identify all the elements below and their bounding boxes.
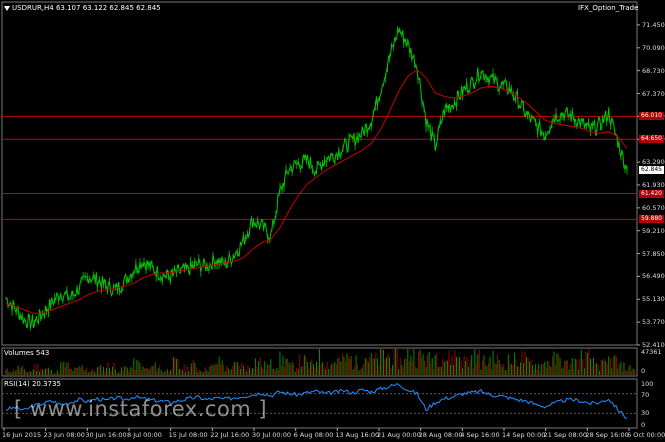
price-tick-label: 68.730 — [642, 66, 665, 75]
price-tick-label: 70.090 — [642, 43, 665, 52]
chart-canvas[interactable] — [0, 0, 665, 442]
rsi-level-100: 100 — [641, 380, 654, 388]
time-tick-label: 23 Jun 08:00 — [43, 431, 85, 439]
volume-min-label: 0 — [641, 367, 646, 375]
price-tick-label: 55.130 — [642, 295, 665, 304]
time-tick-label: 28 Aug 08:00 — [418, 431, 463, 439]
volume-panel-label: Volumes 543 — [4, 349, 50, 357]
chart-type-icon — [4, 6, 10, 11]
rsi-level-0: 0 — [641, 421, 646, 429]
level-price-tag: 59.880 — [639, 215, 664, 224]
time-tick-label: 28 Sep 16:00 — [585, 431, 629, 439]
time-tick-label: 14 Sep 00:00 — [502, 431, 546, 439]
time-tick-label: 6 Oct 00:00 — [627, 431, 665, 439]
current-price-tag: 62.845 — [639, 165, 664, 174]
price-tick-label: 71.450 — [642, 20, 665, 29]
time-tick-label: 30 Jun 16:00 — [85, 431, 127, 439]
time-tick-label: 22 Jul 16:00 — [210, 431, 250, 439]
price-tick-label: 60.570 — [642, 203, 665, 212]
rsi-level-30: 30 — [641, 409, 650, 417]
level-price-tag: 61.420 — [639, 189, 664, 198]
level-price-tag: 66.010 — [639, 112, 664, 121]
time-tick-label: 8 Jul 00:00 — [127, 431, 162, 439]
time-tick-label: 15 Jul 08:00 — [168, 431, 208, 439]
price-tick-label: 53.770 — [642, 318, 665, 327]
time-tick-label: 13 Aug 16:00 — [335, 431, 380, 439]
price-tick-label: 67.370 — [642, 89, 665, 98]
rsi-level-70: 70 — [641, 391, 650, 399]
time-tick-label: 4 Sep 16:00 — [460, 431, 500, 439]
price-tick-label: 57.850 — [642, 249, 665, 258]
price-tick-label: 61.930 — [642, 180, 665, 189]
chart-terminal: USDRUR,H4 63.107 63.122 62.845 62.845 IF… — [0, 0, 665, 442]
rsi-panel-label: RSI(14) 20.3735 — [4, 380, 61, 388]
level-price-tag: 64.650 — [639, 135, 664, 144]
main-panel-frame — [1, 1, 638, 346]
price-tick-label: 63.290 — [642, 158, 665, 167]
price-tick-label: 59.210 — [642, 226, 665, 235]
instaforex-watermark: [ www.instaforex.com ] — [14, 397, 268, 421]
price-tick-label: 56.490 — [642, 272, 665, 281]
price-tick-label: 52.410 — [642, 341, 665, 349]
time-tick-label: 16 Jun 2015 — [2, 431, 42, 439]
time-tick-label: 30 Jul 00:00 — [252, 431, 291, 439]
time-tick-label: 21 Aug 00:00 — [377, 431, 421, 439]
time-tick-label: 21 Sep 08:00 — [543, 431, 588, 439]
chart-symbol-info: USDRUR,H4 63.107 63.122 62.845 62.845 — [12, 4, 161, 12]
indicator-name: IFX_Option_Trade — [578, 4, 639, 12]
time-tick-label: 6 Aug 08:00 — [293, 431, 334, 439]
volume-max-label: 47361 — [641, 348, 662, 356]
